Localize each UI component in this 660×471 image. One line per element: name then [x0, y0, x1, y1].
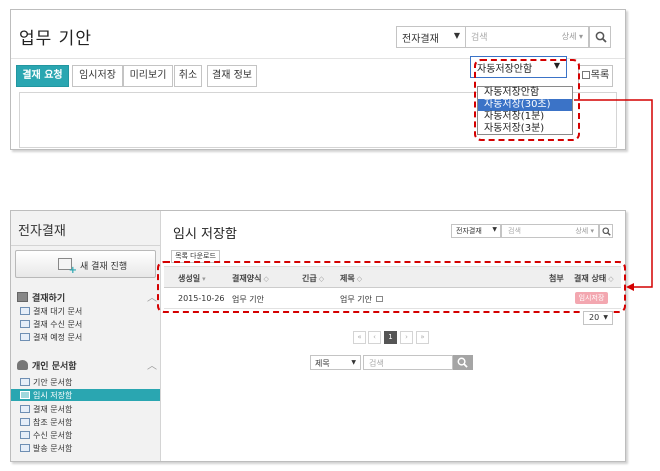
page-title: 업무 기안 [19, 29, 92, 49]
section-approval-header[interactable]: 결재하기 [17, 291, 65, 304]
document-icon [20, 418, 30, 426]
sidebar-item-scheduled[interactable]: 결재 예정 문서 [20, 332, 82, 343]
sidebar: 전자결재 새 결재 진행 결재하기 ︿ 결재 대기 문서 결재 수신 문서 결재… [11, 211, 161, 461]
search-input[interactable]: 검색 상세 ▾ [465, 26, 589, 48]
new-approval-label: 새 결재 진행 [80, 262, 128, 272]
search-detail-toggle[interactable]: 상세 ▾ [562, 31, 583, 42]
temp-save-button[interactable]: 임시저장 [72, 65, 123, 87]
document-icon [20, 378, 30, 386]
sidebar-item-outbox[interactable]: 발송 문서함 [20, 443, 72, 454]
preview-button[interactable]: 미리보기 [123, 65, 173, 87]
sidebar-item-approval-box[interactable]: 결재 문서함 [20, 404, 72, 415]
new-document-icon [58, 258, 77, 276]
caret-down-icon: ▼ [453, 31, 460, 40]
section-personal-header[interactable]: 개인 문서함 [17, 359, 77, 372]
sidebar-item-reference-box[interactable]: 참조 문서함 [20, 417, 72, 428]
document-icon [20, 391, 30, 399]
page-size-select[interactable]: 20 ▼ [583, 311, 613, 325]
document-icon [20, 307, 30, 315]
search-button[interactable] [599, 224, 613, 238]
caret-down-icon: ▼ [351, 359, 356, 366]
sidebar-item-received[interactable]: 결재 수신 문서 [20, 319, 82, 330]
search-scope-select[interactable]: 전자결재 ▼ [396, 26, 466, 48]
search-icon [602, 227, 611, 236]
approval-app-panel: 전자결재 새 결재 진행 결재하기 ︿ 결재 대기 문서 결재 수신 문서 결재… [10, 210, 626, 462]
caret-down-icon: ▼ [603, 314, 608, 321]
approval-request-button[interactable]: 결재 요청 [16, 65, 69, 87]
sidebar-item-pending[interactable]: 결재 대기 문서 [20, 306, 82, 317]
document-icon [20, 431, 30, 439]
search-icon [457, 357, 468, 368]
document-icon [20, 333, 30, 341]
search-detail-toggle[interactable]: 상세 ▾ [575, 226, 594, 236]
approval-info-button[interactable]: 결재 정보 [207, 65, 257, 87]
list-icon [581, 71, 590, 79]
bottom-search-field-select[interactable]: 제목 ▼ [310, 355, 361, 370]
document-icon [20, 405, 30, 413]
chevron-up-icon[interactable]: ︿ [147, 357, 157, 372]
callout-highlight-temp-row [157, 261, 626, 313]
search-placeholder: 검색 [471, 33, 488, 43]
search-input[interactable]: 검색 상세 ▾ [501, 224, 599, 238]
sidebar-item-draft-box[interactable]: 기안 문서함 [20, 377, 72, 388]
search-scope-value: 전자결재 [402, 34, 439, 45]
list-button[interactable]: 목록 [578, 65, 613, 87]
pagination-prev-button[interactable]: ‹ [368, 331, 381, 344]
pagination-first-button[interactable]: « [353, 331, 366, 344]
pagination-current-page[interactable]: 1 [384, 331, 397, 344]
pagination-last-button[interactable]: » [416, 331, 429, 344]
sidebar-title: 전자결재 [18, 224, 66, 239]
content-title: 임시 저장함 [173, 227, 237, 242]
search-icon [595, 31, 607, 43]
document-icon [20, 444, 30, 452]
person-icon [17, 360, 28, 370]
bottom-search-button[interactable] [453, 355, 473, 370]
pagination-next-button[interactable]: › [400, 331, 413, 344]
sidebar-item-temp-box[interactable]: 임시 저장함 [20, 390, 72, 401]
chevron-up-icon[interactable]: ︿ [147, 289, 157, 304]
callout-highlight-autosave [474, 59, 580, 141]
approval-icon [17, 292, 28, 302]
caret-down-icon: ▼ [492, 226, 497, 233]
new-approval-button[interactable]: 새 결재 진행 [15, 250, 156, 278]
document-icon [20, 320, 30, 328]
cancel-button[interactable]: 취소 [174, 65, 202, 87]
search-scope-select[interactable]: 전자결재 ▼ [451, 224, 501, 238]
bottom-search-input[interactable]: 검색 [363, 355, 453, 370]
sidebar-divider [11, 245, 161, 246]
search-button[interactable] [589, 26, 611, 48]
sidebar-item-inbox[interactable]: 수신 문서함 [20, 430, 72, 441]
